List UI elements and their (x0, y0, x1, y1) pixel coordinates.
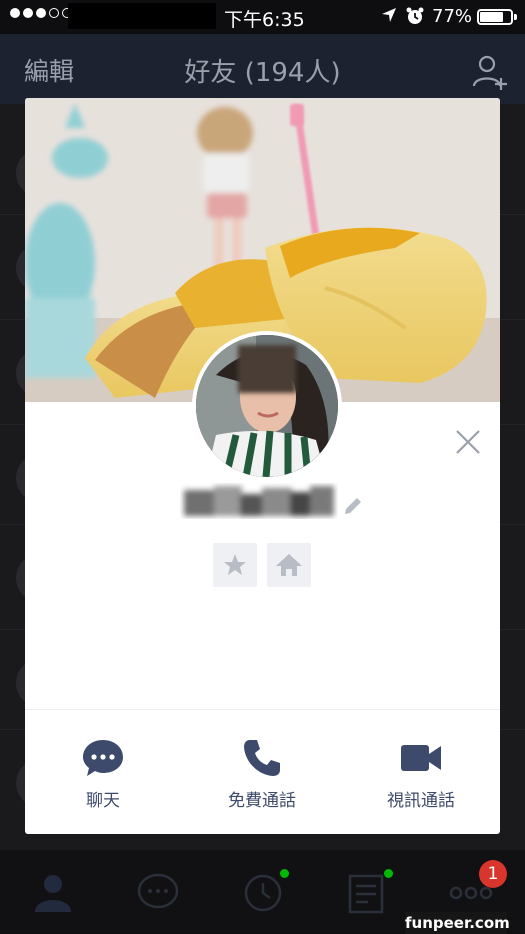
edit-name-icon[interactable] (341, 494, 365, 518)
add-friend-icon[interactable] (470, 52, 510, 92)
friends-header: 編輯 好友 (194人) (0, 34, 525, 104)
alarm-clock-icon (406, 7, 424, 24)
profile-picture[interactable] (192, 331, 342, 481)
timeline-new-dot (280, 869, 289, 878)
divider (25, 709, 500, 710)
more-badge: 1 (479, 860, 507, 888)
chat-label: 聊天 (86, 791, 120, 811)
news-new-dot (384, 869, 393, 878)
phone-icon (244, 740, 280, 776)
video-camera-icon (401, 745, 441, 771)
battery-percent: 77% (432, 6, 473, 27)
friends-icon[interactable] (30, 872, 76, 914)
chat-bubble-icon (83, 740, 123, 776)
free-call-label: 免費通話 (228, 791, 296, 811)
page-title: 好友 (194人) (184, 58, 341, 88)
display-name-redacted (184, 486, 334, 516)
favorite-button[interactable] (213, 543, 257, 587)
status-time: 下午6:35 (224, 9, 305, 31)
home-button[interactable] (267, 543, 311, 587)
status-bar: 下午6:35 77% (0, 0, 525, 34)
chats-icon[interactable] (135, 872, 181, 914)
close-icon[interactable] (453, 427, 483, 457)
star-icon (224, 554, 246, 575)
timeline-icon[interactable] (240, 872, 286, 914)
video-call-button[interactable]: 視訊通話 (356, 738, 486, 811)
signal-strength-icon (10, 8, 72, 18)
home-icon (276, 554, 302, 576)
carrier-redacted (68, 3, 216, 29)
chat-button[interactable]: 聊天 (38, 738, 168, 811)
battery-icon (477, 9, 517, 25)
location-arrow-icon (382, 8, 396, 22)
free-call-button[interactable]: 免費通話 (197, 738, 327, 811)
video-call-label: 視訊通話 (387, 791, 455, 811)
news-icon[interactable] (344, 872, 390, 914)
profile-modal: 聊天 免費通話 視訊通話 (25, 98, 500, 834)
watermark: funpeer.com (405, 912, 510, 934)
